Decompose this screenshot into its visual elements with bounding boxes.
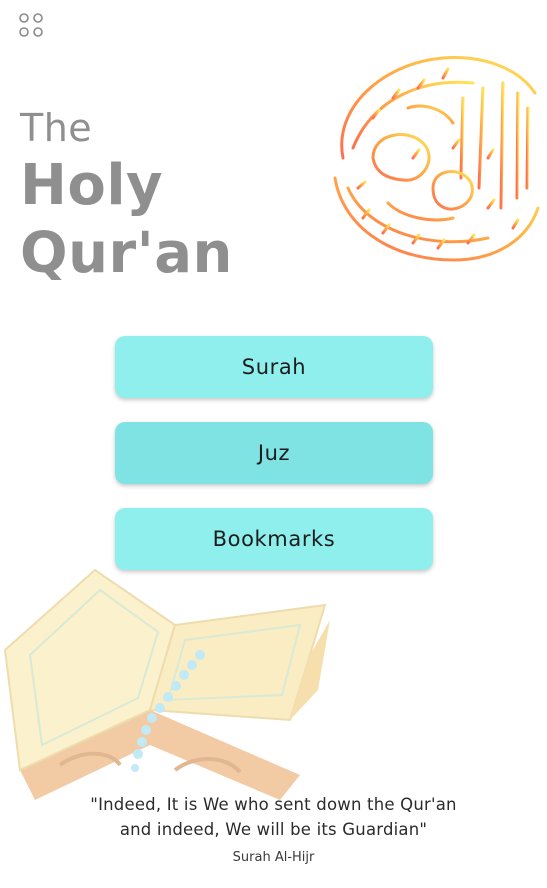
grid-dots-icon[interactable] <box>16 10 46 40</box>
juz-button[interactable]: Juz <box>115 422 433 484</box>
surah-button[interactable]: Surah <box>115 336 433 398</box>
main-menu: Surah Juz Bookmarks <box>115 336 433 594</box>
quran-calligraphy-logo <box>313 38 545 270</box>
title-holy: Holy <box>20 153 164 218</box>
title-quran: Qur'an <box>20 221 233 286</box>
bookmarks-button[interactable]: Bookmarks <box>115 508 433 570</box>
quote-source: Surah Al-Hijr <box>232 850 315 865</box>
quote-text: "Indeed, It is We who sent down the Qur'… <box>90 795 457 839</box>
page-title: The Holy Qur'an <box>20 104 233 288</box>
title-the: The <box>20 106 93 150</box>
quote-section: "Indeed, It is We who sent down the Qur'… <box>0 792 547 865</box>
open-book-illustration <box>0 560 340 820</box>
